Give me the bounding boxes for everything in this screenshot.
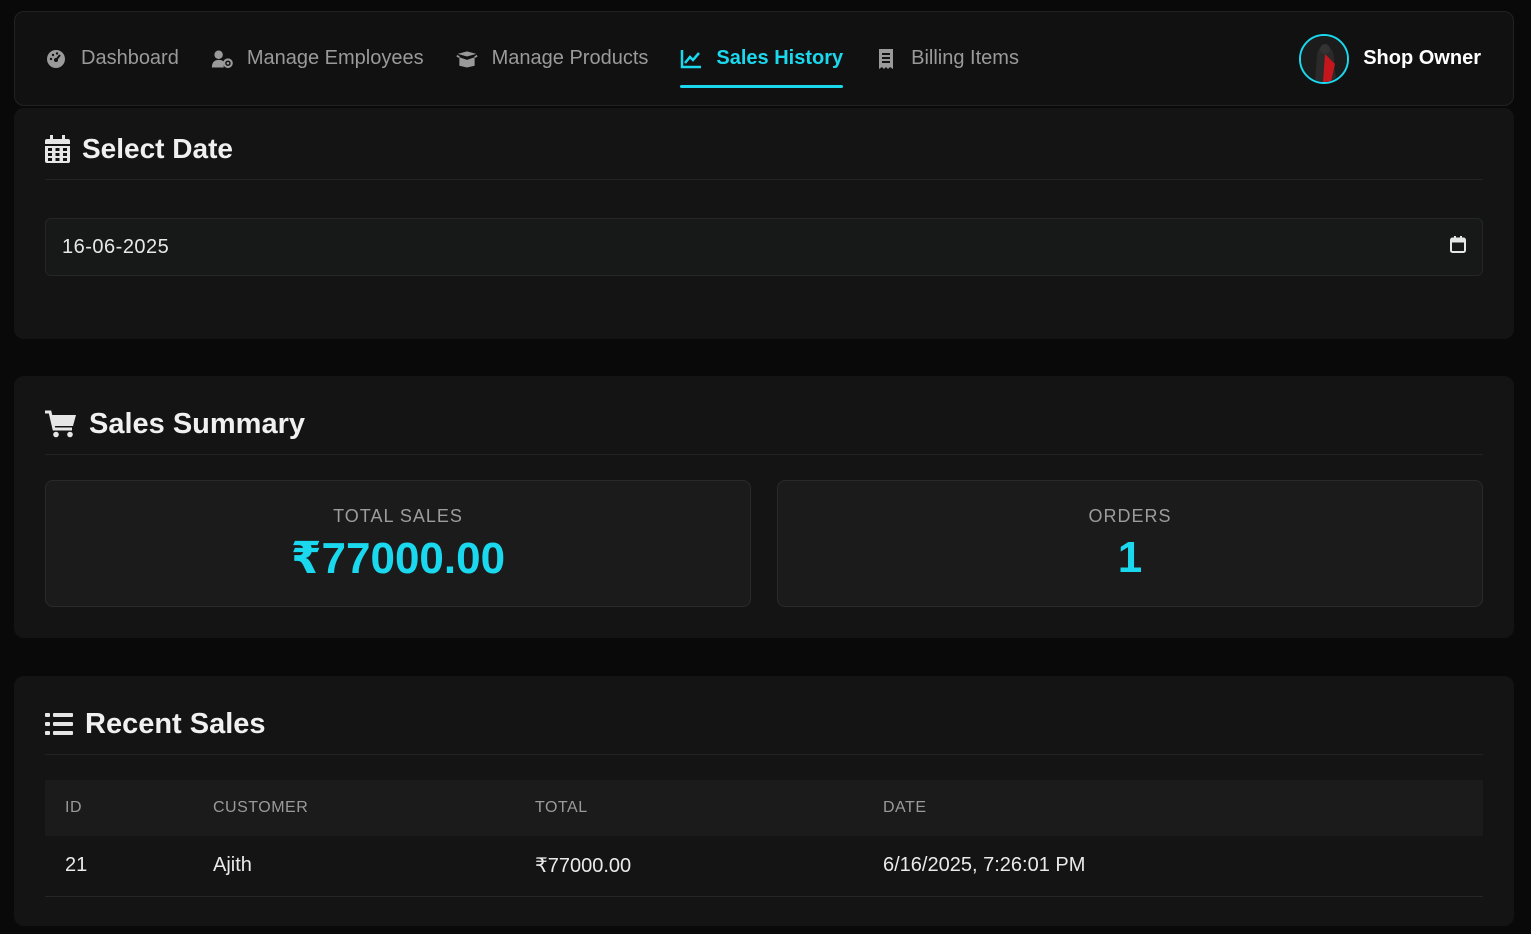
sales-summary-title: Sales Summary (89, 407, 306, 440)
receipt-icon (875, 48, 897, 70)
orders-label: ORDERS (1088, 506, 1172, 526)
recent-sales-title: Recent Sales (85, 707, 266, 740)
column-header-id[interactable]: ID (45, 780, 213, 836)
table-row[interactable]: 21 Ajith ₹77000.00 6/16/2025, 7:26:01 PM (45, 836, 1483, 897)
chart-line-icon (680, 48, 702, 70)
total-sales-value: ₹77000.00 (290, 534, 506, 583)
profile-menu[interactable]: Shop Owner (1299, 33, 1481, 84)
nav-sales-history[interactable]: Sales History (680, 12, 843, 105)
table-header-row: ID CUSTOMER TOTAL DATE (45, 780, 1483, 836)
cell-date: 6/16/2025, 7:26:01 PM (883, 836, 1483, 897)
select-date-card: Select Date 16-06-2025 (14, 108, 1514, 339)
calendar-icon (45, 134, 70, 163)
column-header-customer[interactable]: CUSTOMER (213, 780, 535, 836)
nav-billing-items-label: Billing Items (911, 47, 1019, 69)
top-navbar: Dashboard Manage Employees Manage Produc… (14, 11, 1514, 106)
nav-menu: Dashboard Manage Employees Manage Produc… (45, 12, 1051, 105)
date-input-value: 16-06-2025 (62, 235, 170, 258)
nav-billing-items[interactable]: Billing Items (875, 12, 1019, 105)
box-open-icon (456, 48, 478, 70)
recent-sales-header: Recent Sales (45, 676, 1483, 755)
nav-dashboard-label: Dashboard (81, 47, 179, 69)
column-header-date[interactable]: DATE (883, 780, 1483, 836)
date-input[interactable]: 16-06-2025 (45, 218, 1483, 276)
total-sales-label: TOTAL SALES (333, 506, 463, 526)
nav-manage-employees-label: Manage Employees (246, 47, 424, 69)
list-icon (45, 712, 73, 736)
avatar[interactable] (1299, 33, 1350, 84)
cell-total: ₹77000.00 (535, 836, 883, 897)
cell-customer: Ajith (213, 836, 535, 897)
select-date-header: Select Date (45, 108, 1483, 180)
nav-manage-products[interactable]: Manage Products (456, 12, 649, 105)
orders-box: ORDERS 1 (777, 480, 1483, 607)
nav-sales-history-label: Sales History (716, 47, 844, 69)
cell-id: 21 (45, 836, 213, 897)
column-header-total[interactable]: TOTAL (535, 780, 883, 836)
nav-manage-products-label: Manage Products (491, 47, 649, 69)
total-sales-box: TOTAL SALES ₹77000.00 (45, 480, 751, 607)
nav-manage-employees[interactable]: Manage Employees (211, 12, 424, 105)
select-date-title: Select Date (82, 132, 233, 164)
sales-summary-header: Sales Summary (45, 376, 1483, 455)
dashboard-icon (45, 48, 67, 70)
orders-value: 1 (1117, 533, 1143, 582)
summary-stats: TOTAL SALES ₹77000.00 ORDERS 1 (45, 480, 1483, 607)
cart-icon (45, 410, 77, 438)
users-cog-icon (211, 48, 233, 70)
nav-dashboard[interactable]: Dashboard (45, 12, 179, 105)
recent-sales-card: Recent Sales ID CUSTOMER TOTAL DATE 21 A… (14, 676, 1514, 926)
profile-name: Shop Owner (1363, 47, 1481, 69)
sales-summary-card: Sales Summary TOTAL SALES ₹77000.00 ORDE… (14, 376, 1514, 638)
calendar-small-icon[interactable] (1450, 235, 1466, 259)
recent-sales-table: ID CUSTOMER TOTAL DATE 21 Ajith ₹77000.0… (45, 780, 1483, 897)
